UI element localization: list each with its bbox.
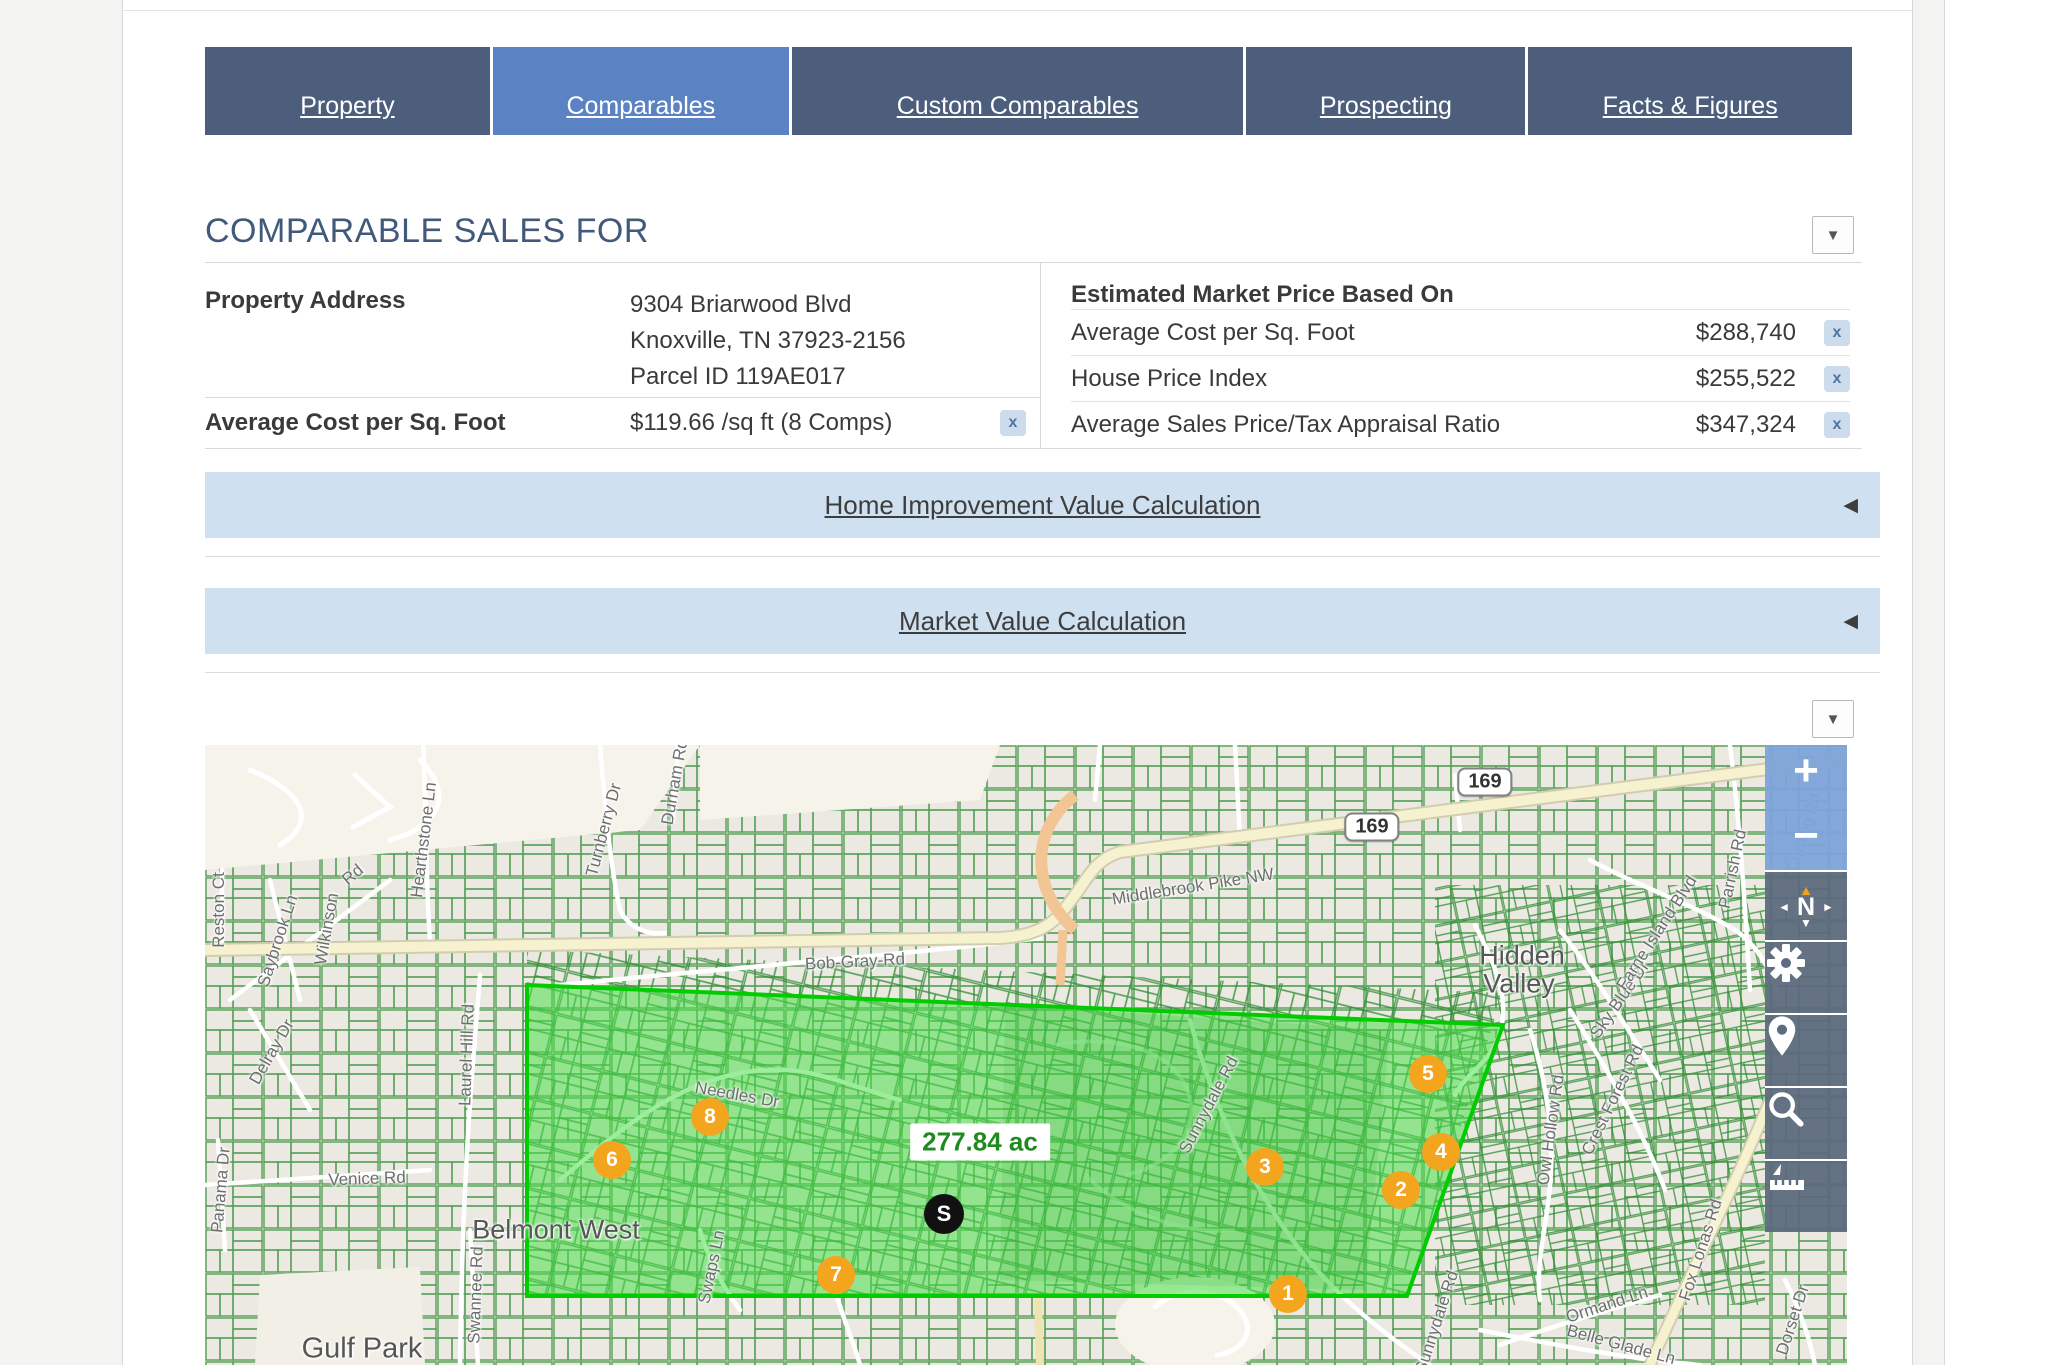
polygon-area-label: 277.84 ac [910, 1124, 1050, 1161]
remove-estimate-button[interactable]: x [1824, 320, 1850, 346]
remove-avg-cost-button[interactable]: x [1000, 410, 1026, 436]
pan-right-icon[interactable]: ► [1822, 896, 1834, 918]
estimate-value: $347,324 [1696, 411, 1796, 439]
property-address-label: Property Address [205, 287, 630, 397]
comp-marker-5[interactable]: 5 [1409, 1055, 1447, 1093]
gear-icon [1765, 942, 1807, 984]
avg-cost-row: Average Cost per Sq. Foot $119.66 /sq ft… [205, 397, 1040, 448]
estimated-price-header: Estimated Market Price Based On [1071, 263, 1850, 309]
market-value-calc-bar[interactable]: Market Value Calculation ◀ [205, 588, 1880, 654]
pan-left-icon[interactable]: ◄ [1778, 896, 1790, 918]
zoom-control: + − [1765, 745, 1847, 870]
map-base [205, 745, 1847, 1365]
estimate-row: House Price Index $255,522 x [1071, 355, 1850, 401]
location-pin-icon [1765, 1015, 1799, 1057]
route-169-shield: 169 [1457, 768, 1512, 797]
ruler-icon [1765, 1161, 1809, 1197]
collapse-left-icon: ◀ [1843, 610, 1858, 633]
tab-facts-figures[interactable]: Facts & Figures [1528, 47, 1852, 135]
estimate-value: $288,740 [1696, 319, 1796, 347]
estimate-value: $255,522 [1696, 365, 1796, 393]
comparables-map[interactable]: Hearthstone LnTurnberry DrDurham RdResto… [205, 745, 1847, 1365]
chevron-down-icon: ▼ [1826, 711, 1841, 728]
zoom-out-button[interactable]: − [1793, 816, 1819, 856]
estimate-row: Average Sales Price/Tax Appraisal Ratio … [1071, 401, 1850, 447]
comp-marker-7[interactable]: 7 [817, 1256, 855, 1294]
search-icon [1765, 1088, 1805, 1128]
comp-marker-6[interactable]: 6 [593, 1141, 631, 1179]
divider [205, 672, 1880, 673]
pan-down-icon[interactable]: ▼ [1800, 918, 1812, 928]
map-location-button[interactable] [1765, 1013, 1847, 1086]
subject-property-marker[interactable]: S [924, 1194, 964, 1234]
comp-marker-4[interactable]: 4 [1422, 1133, 1460, 1171]
compass-control[interactable]: ▲ ◄ N ► ▼ [1765, 870, 1847, 940]
property-address-row: Property Address 9304 Briarwood Blvd Kno… [205, 263, 1040, 397]
map-controls: + − ▲ ◄ N ► ▼ [1765, 745, 1847, 1232]
address-line: Knoxville, TN 37923-2156 [630, 323, 906, 359]
address-line: Parcel ID 119AE017 [630, 359, 906, 395]
avg-cost-value: $119.66 /sq ft (8 Comps) [630, 409, 1000, 437]
estimated-price-column: Estimated Market Price Based On Average … [1040, 263, 1862, 448]
avg-cost-label: Average Cost per Sq. Foot [205, 409, 630, 437]
section-collapse-button[interactable]: ▼ [1812, 216, 1854, 254]
comp-marker-3[interactable]: 3 [1246, 1148, 1284, 1186]
route-169-shield: 169 [1344, 813, 1399, 842]
address-line: 9304 Briarwood Blvd [630, 287, 906, 323]
remove-estimate-button[interactable]: x [1824, 412, 1850, 438]
map-search-button[interactable] [1765, 1086, 1847, 1159]
property-address-value: 9304 Briarwood Blvd Knoxville, TN 37923-… [630, 287, 906, 397]
compass-north-label: N [1797, 896, 1815, 918]
map-measure-button[interactable] [1765, 1159, 1847, 1232]
home-improvement-calc-bar[interactable]: Home Improvement Value Calculation ◀ [205, 472, 1880, 538]
page-scroll-gutter[interactable] [1912, 0, 1945, 1365]
page-title: COMPARABLE SALES FOR [205, 212, 649, 251]
main-tabbar: Property Comparables Custom Comparables … [205, 47, 1852, 135]
chevron-down-icon: ▼ [1826, 227, 1841, 244]
comparable-sales-page: Property Comparables Custom Comparables … [0, 0, 2048, 1365]
comp-marker-8[interactable]: 8 [691, 1098, 729, 1136]
page-left-margin [0, 0, 123, 1365]
comp-marker-2[interactable]: 2 [1382, 1171, 1420, 1209]
zoom-in-button[interactable]: + [1793, 751, 1819, 791]
map-settings-button[interactable] [1765, 940, 1847, 1013]
comparable-summary-table: Property Address 9304 Briarwood Blvd Kno… [205, 262, 1862, 449]
page-top-divider [122, 10, 1912, 11]
tab-comparables[interactable]: Comparables [493, 47, 789, 135]
tab-property[interactable]: Property [205, 47, 490, 135]
tab-custom-comparables[interactable]: Custom Comparables [792, 47, 1244, 135]
remove-estimate-button[interactable]: x [1824, 366, 1850, 392]
estimate-row: Average Cost per Sq. Foot $288,740 x [1071, 309, 1850, 355]
map-section-collapse-button[interactable]: ▼ [1812, 700, 1854, 738]
divider [205, 556, 1880, 557]
collapse-left-icon: ◀ [1843, 494, 1858, 517]
comp-marker-1[interactable]: 1 [1269, 1275, 1307, 1313]
property-summary-column: Property Address 9304 Briarwood Blvd Kno… [205, 263, 1040, 448]
tab-prospecting[interactable]: Prospecting [1246, 47, 1525, 135]
